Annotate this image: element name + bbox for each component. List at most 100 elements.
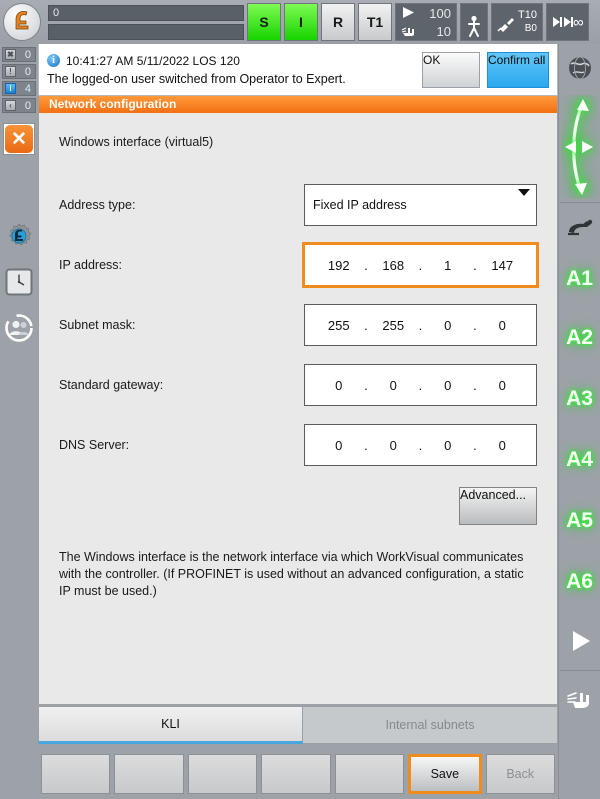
axis-button-a2[interactable]: A2 [559, 307, 600, 368]
axis-button-a4[interactable]: A4 [559, 429, 600, 490]
axis-label-a2: A2 [566, 325, 593, 349]
advanced-button-row: Advanced... [59, 487, 537, 525]
error-counter[interactable]: ✖ 0 [2, 47, 36, 62]
dns-octet-1[interactable]: 0 [325, 438, 353, 453]
message-window[interactable]: 0 [44, 4, 244, 40]
increment-group[interactable]: ∞ [545, 3, 589, 41]
close-x-icon[interactable]: ✕ [5, 125, 33, 153]
standard-gateway-input[interactable]: 0 . 0 . 0 . 0 [304, 364, 537, 406]
manual-mode-group[interactable] [460, 3, 488, 41]
field-address-type: Address type: Fixed IP address [59, 175, 537, 235]
axis-button-a6[interactable]: A6 [559, 551, 600, 612]
dns-octet-2[interactable]: 0 [379, 438, 407, 453]
info-counter[interactable]: i 4 [2, 81, 36, 96]
ip-separator: . [473, 317, 477, 333]
ip-octet-2[interactable]: 168 [379, 258, 407, 273]
ip-octet-1[interactable]: 192 [325, 258, 353, 273]
subnet-octet-3[interactable]: 0 [434, 318, 462, 333]
address-type-value: Fixed IP address [313, 198, 407, 212]
subnet-mask-label: Subnet mask: [59, 318, 136, 332]
ip-separator: . [473, 377, 477, 393]
dns-server-label: DNS Server: [59, 438, 130, 452]
tool-icon [497, 15, 514, 32]
standard-gateway-label: Standard gateway: [59, 378, 164, 392]
warning-count: 0 [24, 65, 31, 78]
dns-octet-4[interactable]: 0 [488, 438, 516, 453]
close-button-wrapper[interactable]: ✕ [3, 123, 35, 155]
ip-octet-3[interactable]: 1 [434, 258, 462, 273]
ip-separator: . [418, 257, 423, 273]
advanced-button[interactable]: Advanced... [459, 487, 537, 525]
dns-octet-3[interactable]: 0 [434, 438, 462, 453]
kuka-robot-logo-icon[interactable] [3, 3, 41, 41]
jog-override-value: 10 [436, 23, 451, 39]
jog-direction-arrows-icon[interactable] [559, 92, 600, 202]
hand-jog-icon[interactable] [559, 671, 600, 725]
interpreter-indicator[interactable]: I [284, 3, 318, 41]
subnet-octet-1[interactable]: 255 [325, 318, 353, 333]
message-line-1[interactable]: 0 [48, 4, 244, 21]
gateway-octet-2[interactable]: 0 [379, 378, 407, 393]
ip-separator: . [364, 437, 368, 453]
tool-number-label: T10 [518, 9, 537, 21]
field-subnet-mask: Subnet mask: 255 . 255 . 0 . 0 [59, 295, 537, 355]
tab-kli[interactable]: KLI [38, 706, 303, 744]
dns-server-input[interactable]: 0 . 0 . 0 . 0 [304, 424, 537, 466]
warning-counter[interactable]: ! 0 [2, 64, 36, 79]
notification-message: The logged-on user switched from Operato… [47, 71, 346, 86]
softkey-2[interactable] [114, 753, 184, 794]
confirm-all-button[interactable]: Confirm all [487, 51, 549, 88]
network-configuration-panel: Network configuration Windows interface … [38, 96, 558, 704]
acknowledge-counter[interactable]: ‹ 0 [2, 98, 36, 113]
axis-button-a3[interactable]: A3 [559, 368, 600, 429]
play-icon [401, 6, 417, 21]
play-triangle-icon[interactable] [559, 612, 600, 670]
softkey-5[interactable] [334, 753, 405, 794]
save-button[interactable]: Save [408, 753, 482, 794]
softkey-4[interactable] [261, 753, 331, 794]
axis-label-a1: A1 [566, 267, 593, 290]
info-circle-icon: i [47, 54, 60, 67]
softkey-3[interactable] [187, 753, 258, 794]
info-count: 4 [24, 82, 31, 95]
gateway-octet-3[interactable]: 0 [434, 378, 462, 393]
axis-label-a3: A3 [566, 386, 593, 410]
ip-separator: . [473, 437, 477, 453]
subnet-octet-2[interactable]: 255 [379, 318, 407, 333]
axis-button-a5[interactable]: A5 [559, 490, 600, 551]
axis-label-a6: A6 [566, 569, 593, 593]
ip-address-input[interactable]: 192 . 168 . 1 . 147 [302, 242, 539, 288]
interface-label: Windows interface (virtual5) [59, 135, 214, 149]
ip-separator: . [418, 437, 423, 453]
error-count: 0 [24, 48, 31, 61]
gateway-octet-1[interactable]: 0 [325, 378, 353, 393]
notification-text[interactable]: i 10:41:27 AM 5/11/2022 LOS 120 The logg… [39, 50, 422, 90]
tab-internal-subnets[interactable]: Internal subnets [303, 706, 558, 744]
users-icon[interactable] [0, 305, 38, 351]
message-line-2[interactable] [48, 23, 244, 40]
page-title: Network configuration [39, 96, 557, 113]
subnet-octet-4[interactable]: 0 [488, 318, 516, 333]
clock-icon[interactable] [0, 259, 38, 305]
address-type-select[interactable]: Fixed IP address [304, 184, 537, 226]
operating-mode-indicator[interactable]: T1 [358, 3, 392, 41]
increment-value-label: ∞ [572, 13, 584, 31]
back-button[interactable]: Back [485, 753, 555, 794]
walking-person-icon [466, 15, 482, 37]
robot-tool-icon[interactable] [559, 203, 600, 251]
globe-icon[interactable] [559, 44, 600, 92]
axis-button-a1[interactable]: A1 [559, 251, 600, 307]
ip-octet-4[interactable]: 147 [488, 258, 516, 273]
softkey-1[interactable] [41, 753, 111, 794]
notification-timestamp: 10:41:27 AM 5/11/2022 LOS 120 [66, 53, 240, 68]
gateway-octet-4[interactable]: 0 [488, 378, 516, 393]
drives-ready-indicator[interactable]: S [247, 3, 281, 41]
robot-settings-gear-icon[interactable] [0, 213, 38, 259]
chevron-down-icon[interactable] [518, 189, 530, 196]
override-group[interactable]: 100 10 [395, 3, 457, 41]
subnet-mask-input[interactable]: 255 . 255 . 0 . 0 [304, 304, 537, 346]
robot-interpreter-indicator[interactable]: R [321, 3, 355, 41]
ip-separator: . [364, 377, 368, 393]
ok-button[interactable]: OK [422, 51, 480, 88]
tool-base-group[interactable]: T10 B0 [491, 3, 543, 41]
